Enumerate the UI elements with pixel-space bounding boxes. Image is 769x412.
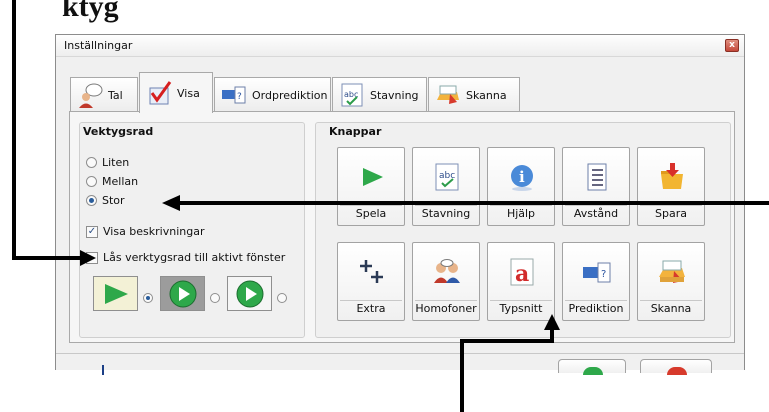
toolbar-button-avstand[interactable]: Avstånd (562, 147, 630, 226)
tab-panel: Vektygsrad Liten Mellan Stor ✓ Visa besk… (69, 111, 735, 343)
show-descriptions-checkbox[interactable]: ✓ Visa beskrivningar (86, 225, 205, 238)
ok-button[interactable] (558, 359, 626, 375)
close-button[interactable]: x (725, 39, 739, 52)
arrow-head-up (544, 314, 560, 330)
title-bar: Inställningar x (56, 35, 744, 57)
checkbox-box: ✓ (86, 225, 98, 238)
svg-text:i: i (519, 168, 525, 186)
toolbar-button-label: Homofoner (415, 302, 477, 315)
dialog-separator (56, 353, 744, 354)
spelling-icon: abc (341, 83, 363, 107)
tab-label: Visa (177, 86, 200, 100)
plus-icon (360, 260, 383, 283)
play-circle-icon (236, 280, 263, 307)
spelling-icon: abc (435, 163, 459, 191)
toolbar-button-label: Extra (356, 302, 386, 315)
window-title: Inställningar (64, 39, 133, 52)
tab-label: Skanna (466, 88, 507, 102)
toolbar-button-label: Skanna (650, 302, 692, 315)
checkbox-label: Lås verktygsrad till aktivt fönster (103, 251, 286, 264)
checkbox-label: Visa beskrivningar (103, 225, 205, 238)
toolbar-button-typsnitt[interactable]: a Typsnitt (487, 242, 555, 321)
tab-tal[interactable]: Tal (70, 77, 138, 112)
toolbar-button-extra[interactable]: Extra (337, 242, 405, 321)
toolbar-button-skanna[interactable]: Skanna (637, 242, 705, 321)
annotation-arrow-line (550, 328, 554, 343)
toolbar-button-prediktion[interactable]: ? Prediktion (562, 242, 630, 321)
toolbar-button-label: Avstånd (573, 207, 619, 220)
play-style-option-1[interactable] (93, 276, 138, 311)
font-icon: a (510, 258, 534, 287)
play-style-radio-1[interactable] (143, 293, 153, 303)
radio-label: Stor (102, 194, 125, 207)
buttons-group-title: Knappar (329, 125, 382, 138)
toolbar-button-label: Stavning (421, 207, 471, 220)
ok-icon (583, 367, 603, 375)
arrow-head-left (162, 195, 180, 211)
scanner-icon (659, 260, 685, 283)
toolbar-group-title: Vektygsrad (83, 125, 154, 138)
scanner-icon (437, 85, 459, 104)
prediction-icon: ? (222, 86, 246, 104)
tab-skanna[interactable]: Skanna (428, 77, 520, 112)
tab-label: Ordprediktion (252, 88, 328, 102)
page-heading: ktyg (62, 0, 119, 23)
tab-stavning[interactable]: abc Stavning (332, 77, 427, 112)
lock-toolbar-checkbox[interactable]: Lås verktygsrad till aktivt fönster (86, 251, 285, 264)
people-icon (434, 259, 460, 283)
bottom-icon-fragment (102, 365, 104, 375)
toolbar-button-spela[interactable]: Spela (337, 147, 405, 226)
toolbar-button-spara[interactable]: Spara (637, 147, 705, 226)
line-spacing-icon (587, 163, 607, 191)
radio-label: Liten (102, 156, 130, 169)
svg-text:?: ? (601, 269, 606, 280)
radio-liten[interactable]: Liten (86, 156, 129, 169)
info-icon: i (511, 165, 533, 191)
radio-mellan[interactable]: Mellan (86, 175, 138, 188)
play-icon (104, 283, 128, 304)
speaking-person-icon (79, 83, 103, 108)
play-icon (363, 168, 383, 186)
play-style-radio-2[interactable] (210, 293, 220, 303)
play-circle-icon (169, 280, 196, 307)
radio-label: Mellan (102, 175, 139, 188)
svg-text:a: a (515, 261, 529, 287)
radio-indicator (86, 195, 97, 206)
tab-label: Tal (108, 88, 123, 102)
checkmark-icon (149, 81, 172, 105)
svg-text:?: ? (237, 92, 242, 102)
radio-indicator (86, 157, 97, 168)
annotation-arrow-line (12, 0, 16, 260)
play-style-option-2[interactable] (160, 276, 205, 311)
annotation-arrow-line (460, 339, 554, 343)
save-folder-icon (661, 163, 683, 189)
toolbar-button-label: Spela (355, 207, 387, 220)
radio-stor[interactable]: Stor (86, 194, 125, 207)
tab-label: Stavning (370, 88, 419, 102)
arrow-head-right (80, 250, 96, 266)
toolbar-button-label: Hjälp (506, 207, 536, 220)
play-style-radio-3[interactable] (277, 293, 287, 303)
radio-indicator (86, 176, 97, 187)
toolbar-button-label: Prediktion (568, 302, 624, 315)
prediction-icon: ? (583, 262, 611, 283)
annotation-arrow-line (460, 339, 464, 412)
tab-visa[interactable]: Visa (139, 72, 213, 113)
cancel-icon (667, 367, 687, 375)
toolbar-button-stavning[interactable]: abc Stavning (412, 147, 480, 226)
toolbar-button-homofoner[interactable]: Homofoner (412, 242, 480, 321)
annotation-arrow-line (12, 256, 82, 260)
cancel-button[interactable] (640, 359, 712, 375)
toolbar-button-hjalp[interactable]: i Hjälp (487, 147, 555, 226)
toolbar-button-label: Spara (655, 207, 687, 220)
play-style-option-3[interactable] (227, 276, 272, 311)
tab-ordprediktion[interactable]: ? Ordprediktion (214, 77, 331, 112)
annotation-arrow-line (180, 201, 769, 205)
